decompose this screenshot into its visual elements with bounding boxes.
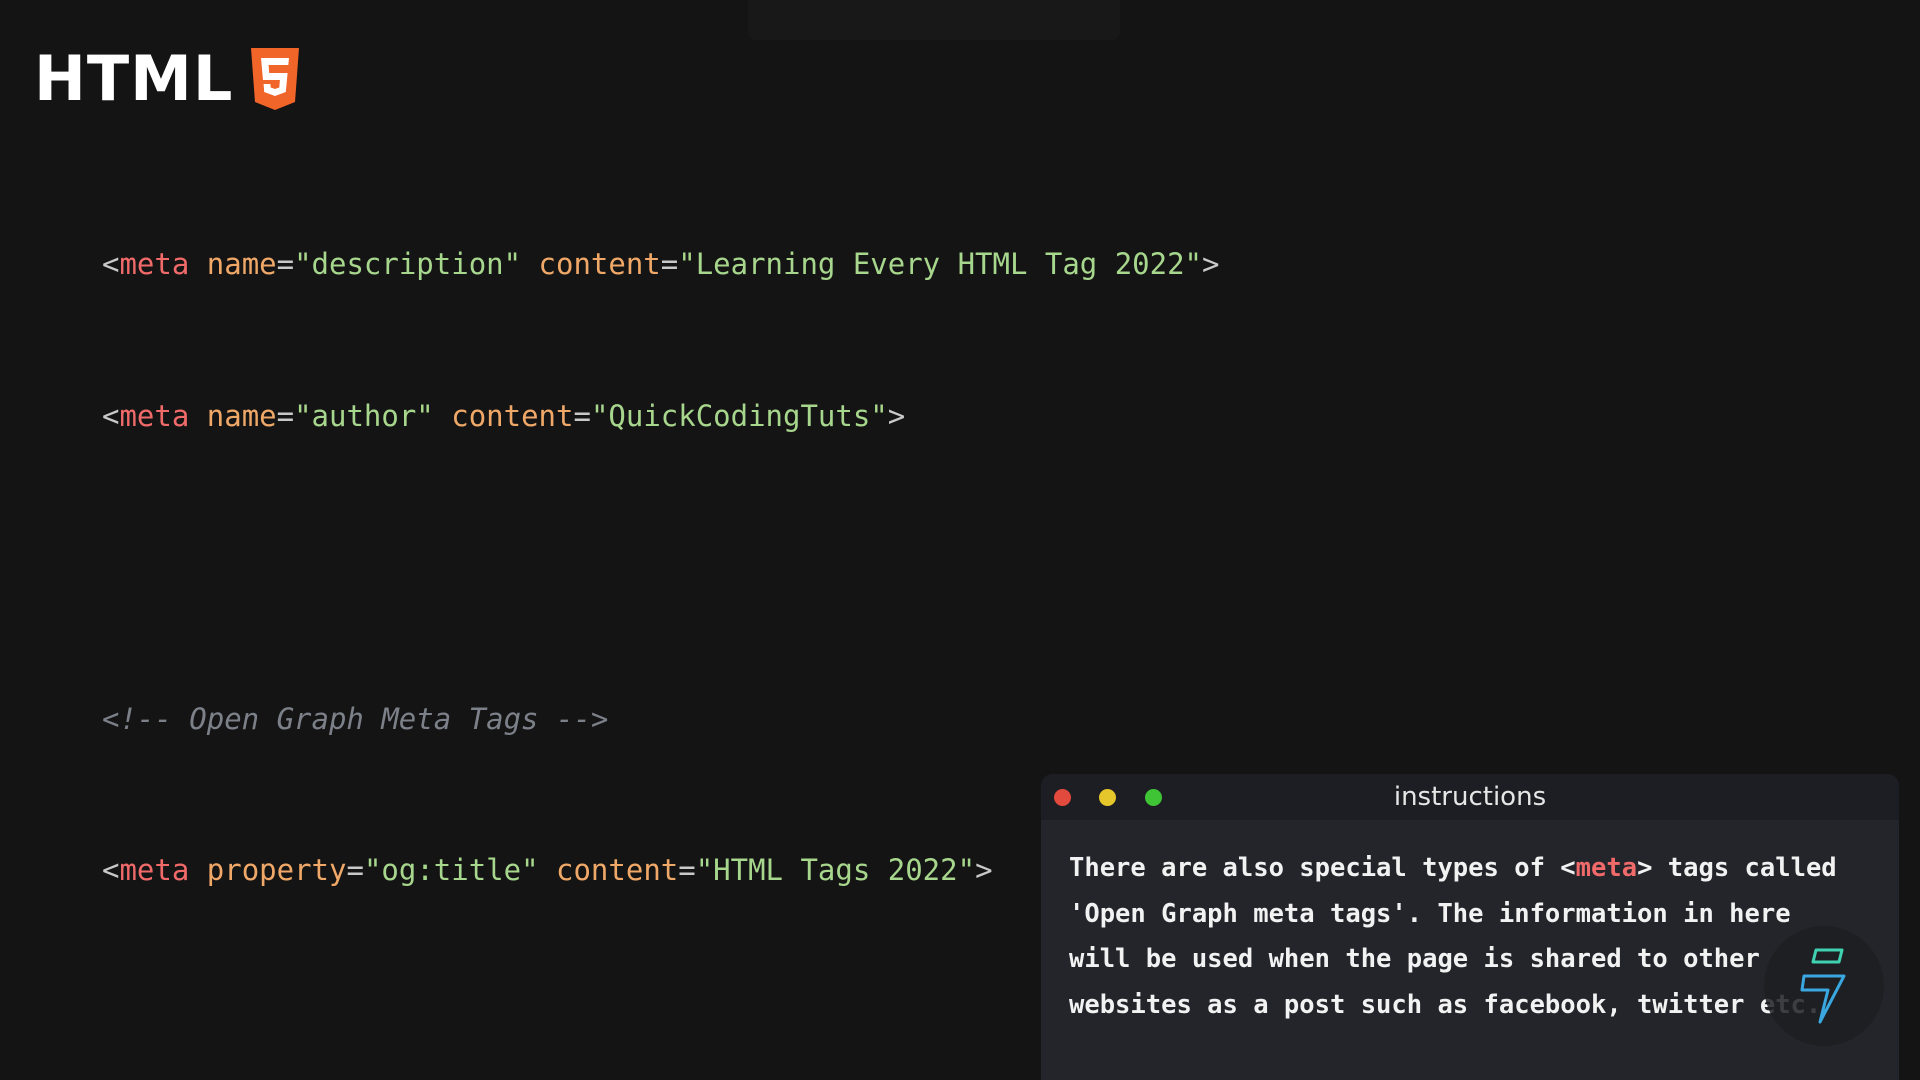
panel-titlebar[interactable]: instructions <box>1041 774 1899 820</box>
panel-text-meta-tag: meta <box>1575 853 1638 883</box>
code-token-string: "HTML Tags 2022" <box>695 853 976 887</box>
code-token-equals: = <box>276 247 295 281</box>
code-line-comment: <!-- Open Graph Meta Tags --> <box>102 694 1220 745</box>
panel-text-line-2: 'Open Graph meta tags'. The information … <box>1069 898 1791 929</box>
code-token-string: "og:title" <box>363 853 539 887</box>
code-token-equals: = <box>276 398 295 433</box>
code-token-tag: meta <box>119 853 190 887</box>
code-token-string: "description" <box>294 247 522 281</box>
code-token-string: "Learning Every HTML Tag 2022" <box>678 247 1203 281</box>
code-token-bracket: < <box>102 853 120 887</box>
code-token-tag: meta <box>119 247 190 281</box>
code-token-comment: <!-- Open Graph Meta Tags --> <box>102 701 609 736</box>
code-token-bracket: > <box>1202 247 1220 281</box>
instructions-panel: instructions There are also special type… <box>1041 774 1899 1080</box>
code-token-string: "author" <box>294 398 434 433</box>
panel-text-line-3: will be used when the page is shared to … <box>1069 944 1760 974</box>
panel-body-text: There are also special types of <meta> t… <box>1069 846 1879 1028</box>
code-token-bracket: > <box>975 853 993 887</box>
code-token-bracket: < <box>102 398 120 433</box>
code-token-string: "QuickCodingTuts" <box>590 398 888 433</box>
watermark-logo <box>1764 926 1884 1046</box>
panel-text-bracket: < <box>1560 853 1576 883</box>
code-token-attribute: property <box>206 853 347 887</box>
code-token-bracket: < <box>102 247 120 281</box>
code-token-tag: meta <box>119 398 190 433</box>
brand-header: HTML <box>34 44 301 114</box>
code-token-equals: = <box>573 398 591 433</box>
code-line-description-meta: <meta name="description" content="Learni… <box>102 239 1220 290</box>
panel-text-bracket: > <box>1637 853 1653 883</box>
code-token-bracket: > <box>887 398 906 433</box>
lightning-bolt-logo-icon <box>1800 948 1846 1024</box>
code-token-attribute: name <box>206 247 277 281</box>
code-token-equals: = <box>678 853 696 887</box>
code-line-author-meta: <meta name="author" content="QuickCoding… <box>102 391 1220 442</box>
panel-text-line-1a: There are also special types of <box>1069 853 1561 883</box>
code-token-equals: = <box>346 853 364 887</box>
panel-title: instructions <box>1393 782 1547 812</box>
code-token-equals: = <box>660 247 679 281</box>
html5-shield-icon <box>251 48 300 110</box>
brand-title: HTML <box>34 42 234 115</box>
top-shade <box>748 0 1120 40</box>
panel-text-line-4: websites as a post such as facebook, twi… <box>1069 989 1822 1020</box>
code-token-attribute: content <box>538 247 661 281</box>
code-token-attribute: content <box>556 853 679 887</box>
code-token-attribute: name <box>206 398 277 433</box>
panel-text-line-1d: tags called <box>1652 853 1837 883</box>
code-token-attribute: content <box>451 398 574 433</box>
